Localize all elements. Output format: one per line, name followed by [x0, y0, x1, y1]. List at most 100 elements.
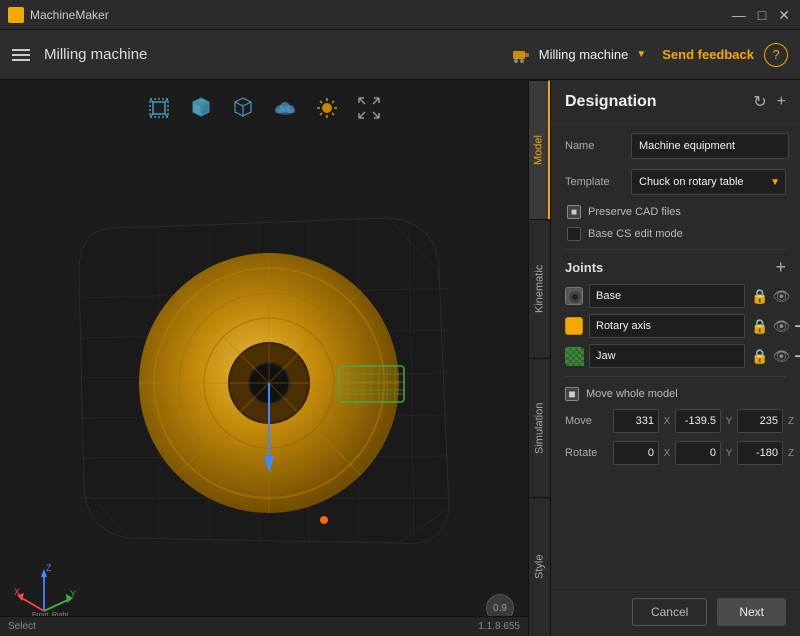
name-label: Name: [565, 140, 623, 152]
cancel-button[interactable]: Cancel: [632, 598, 707, 626]
toolbar-cube-solid[interactable]: [185, 92, 217, 124]
preserve-cad-checkbox[interactable]: ■: [567, 205, 581, 219]
camera-value: 0.9: [493, 603, 507, 614]
panel-footer: Cancel Next: [551, 587, 800, 636]
svg-text:Z: Z: [46, 563, 52, 573]
refresh-button[interactable]: ↻: [753, 92, 766, 112]
joints-add-button[interactable]: +: [775, 258, 786, 276]
joint-remove-jaw[interactable]: −: [794, 347, 800, 365]
3d-model-svg: [59, 178, 489, 558]
move-z-input[interactable]: [737, 409, 783, 433]
joint-color-jaw: [565, 347, 583, 365]
name-row: Name: [565, 133, 786, 159]
toolbar-cube-wire[interactable]: [227, 92, 259, 124]
move-whole-model-checkbox[interactable]: ■: [565, 387, 579, 401]
panel-header: Designation ↻ +: [551, 80, 800, 123]
minimize-button[interactable]: —: [730, 8, 748, 22]
eye-icon-base: 👁: [772, 288, 790, 305]
joint-lock-jaw[interactable]: 🔒: [751, 348, 768, 365]
template-label: Template: [565, 176, 623, 188]
help-button[interactable]: ?: [764, 43, 788, 67]
lock-icon-base: 🔒: [751, 288, 768, 305]
next-button[interactable]: Next: [717, 598, 786, 626]
joint-lock-rotary[interactable]: 🔒: [751, 318, 768, 335]
panel-header-actions: ↻ +: [753, 92, 786, 112]
rotate-z-axis: Z: [786, 448, 796, 459]
main-area: Z X Y Front Right 0.9 Select 1.1.8.655 M…: [0, 80, 800, 636]
joints-header: Joints +: [565, 258, 786, 276]
joint-actions-base: 🔒 👁: [751, 288, 790, 305]
3d-model-display: [20, 140, 528, 596]
toolbar: [143, 92, 385, 124]
window-controls: — □ ✕: [730, 8, 792, 22]
toolbar-cloud[interactable]: [269, 92, 301, 124]
joint-eye-jaw[interactable]: 👁: [772, 348, 790, 365]
joint-name-jaw[interactable]: [589, 344, 745, 368]
svg-text:X: X: [14, 587, 20, 597]
right-panel: Designation ↻ + Name Template Chuck on r…: [550, 80, 800, 636]
tab-simulation[interactable]: Simulation: [529, 358, 550, 497]
rotate-label: Rotate: [565, 447, 609, 459]
send-feedback-button[interactable]: Send feedback: [662, 47, 754, 62]
joint-lock-base[interactable]: 🔒: [751, 288, 768, 305]
status-right: 1.1.8.655: [478, 621, 520, 632]
tab-style[interactable]: Style: [529, 497, 550, 636]
rotate-z-input[interactable]: [737, 441, 783, 465]
nav-title: Milling machine: [44, 46, 511, 63]
joint-item-jaw: 🔒 👁 −: [565, 344, 786, 368]
joint-eye-base[interactable]: 👁: [772, 288, 790, 305]
panel-body: Name Template Chuck on rotary table Stan…: [551, 123, 800, 587]
tab-kinematic[interactable]: Kinematic: [529, 219, 550, 358]
toolbar-expand[interactable]: [353, 92, 385, 124]
preserve-cad-check: ■: [571, 207, 577, 218]
rotate-x-input[interactable]: [613, 441, 659, 465]
joint-remove-rotary[interactable]: −: [794, 317, 800, 335]
machine-dropdown-arrow[interactable]: ▼: [636, 49, 646, 60]
preserve-cad-label: Preserve CAD files: [588, 206, 681, 218]
move-x-input[interactable]: [613, 409, 659, 433]
joint-name-base[interactable]: [589, 284, 745, 308]
toolbar-light[interactable]: [311, 92, 343, 124]
move-z-axis: Z: [786, 416, 796, 427]
move-coord-row: Move X Y Z: [565, 409, 786, 433]
divider-1: [565, 249, 786, 250]
joint-name-rotary[interactable]: [589, 314, 745, 338]
joint-eye-rotary[interactable]: 👁: [772, 318, 790, 335]
toolbar-cube-outline[interactable]: [143, 92, 175, 124]
rotate-coord-group: X Y Z: [613, 441, 796, 465]
viewport[interactable]: Z X Y Front Right 0.9 Select 1.1.8.655: [0, 80, 528, 636]
joints-title: Joints: [565, 260, 603, 275]
panel-add-button[interactable]: +: [777, 92, 786, 112]
divider-2: [565, 376, 786, 377]
eye-icon-jaw: 👁: [772, 348, 790, 365]
maximize-button[interactable]: □: [756, 8, 768, 22]
joint-actions-jaw: 🔒 👁 −: [751, 347, 800, 365]
lock-icon-rotary: 🔒: [751, 318, 768, 335]
template-select-wrap: Chuck on rotary table Standard chuck Tai…: [631, 169, 786, 195]
rotate-x-axis: X: [662, 448, 672, 459]
nav-machine-label: Milling machine: [539, 47, 629, 62]
svg-text:Y: Y: [70, 589, 76, 599]
rotate-y-input[interactable]: [675, 441, 721, 465]
template-row: Template Chuck on rotary table Standard …: [565, 169, 786, 195]
joint-item-base: 🔒 👁: [565, 284, 786, 308]
joint-color-rotary: [565, 317, 583, 335]
base-cs-row: Base CS edit mode: [567, 227, 786, 241]
tab-model[interactable]: Model: [529, 80, 550, 219]
name-input[interactable]: [631, 133, 789, 159]
move-whole-check-icon: ■: [568, 387, 575, 401]
title-bar-title: MachineMaker: [30, 8, 730, 22]
close-button[interactable]: ✕: [776, 8, 792, 22]
status-left: Select: [8, 621, 36, 632]
joint-actions-rotary: 🔒 👁 −: [751, 317, 800, 335]
move-label: Move: [565, 415, 609, 427]
lock-icon-jaw: 🔒: [751, 348, 768, 365]
base-cs-checkbox[interactable]: [567, 227, 581, 241]
move-y-input[interactable]: [675, 409, 721, 433]
coordinate-widget: Z X Y Front Right: [12, 561, 72, 616]
machine-icon: [511, 45, 531, 65]
status-bar: Select 1.1.8.655: [0, 616, 528, 636]
move-whole-model-label: Move whole model: [586, 388, 678, 400]
template-select[interactable]: Chuck on rotary table Standard chuck Tai…: [631, 169, 786, 195]
hamburger-menu[interactable]: [12, 49, 30, 61]
